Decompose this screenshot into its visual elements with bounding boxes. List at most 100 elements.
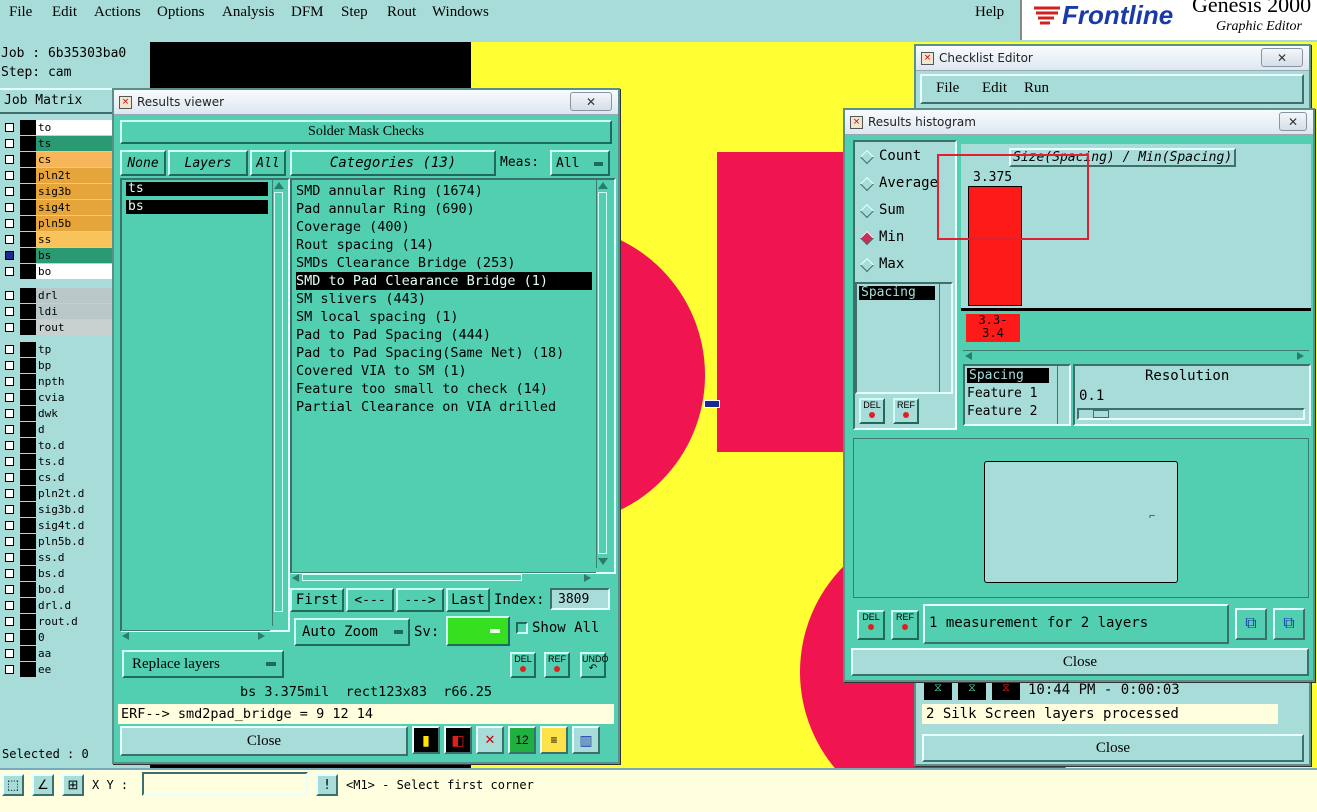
scroll-up-icon[interactable] bbox=[598, 182, 608, 189]
menu-dfm[interactable]: DFM bbox=[291, 4, 324, 21]
layer-name[interactable]: sig3b bbox=[36, 184, 112, 199]
layer-checkbox[interactable] bbox=[5, 235, 14, 244]
categories-listbox[interactable]: SMD annular Ring (1674) Pad annular Ring … bbox=[290, 178, 616, 574]
layer-checkbox[interactable] bbox=[5, 155, 14, 164]
category-item[interactable]: SMD to Pad Clearance Bridge (1) bbox=[296, 272, 592, 290]
scroll-thumb[interactable] bbox=[598, 192, 607, 554]
layer-affected-flag[interactable] bbox=[20, 470, 36, 485]
none-button[interactable]: None bbox=[120, 150, 166, 176]
category-item[interactable]: Partial Clearance on VIA drilled bbox=[296, 398, 592, 416]
menu-analysis[interactable]: Analysis bbox=[222, 4, 275, 21]
layer-affected-flag[interactable] bbox=[20, 502, 36, 517]
layer-affected-flag[interactable] bbox=[20, 454, 36, 469]
checklist-editor-titlebar[interactable]: × Checklist Editor ✕ bbox=[916, 46, 1309, 71]
layer-row[interactable]: dwk bbox=[0, 406, 112, 422]
category-item[interactable]: SMDs Clearance Bridge (253) bbox=[296, 254, 592, 272]
result-marker[interactable] bbox=[704, 400, 720, 408]
prev-button[interactable]: <--- bbox=[346, 588, 394, 612]
show-all-checkbox[interactable] bbox=[516, 622, 528, 634]
checklist-menu-file[interactable]: File bbox=[936, 80, 959, 97]
layer-name[interactable]: tp bbox=[36, 342, 112, 357]
layer-name[interactable]: drl.d bbox=[36, 598, 112, 613]
layer-row[interactable]: cs bbox=[0, 152, 112, 168]
erf-off-icon[interactable]: ✕ bbox=[476, 726, 504, 754]
layer-checkbox[interactable] bbox=[5, 139, 14, 148]
measure-del-button[interactable]: DEL bbox=[857, 610, 885, 640]
grid-tool-icon[interactable]: ⊞ bbox=[62, 774, 84, 796]
layer-checkbox[interactable] bbox=[5, 633, 14, 642]
layer-checkbox[interactable] bbox=[5, 123, 14, 132]
layer-affected-flag[interactable] bbox=[20, 438, 36, 453]
layer-name[interactable]: to.d bbox=[36, 438, 112, 453]
zoom-all-icon[interactable]: ⧉ bbox=[1273, 608, 1305, 640]
layer-row[interactable]: sig3b.d bbox=[0, 502, 112, 518]
layer-item-bs[interactable]: bs bbox=[126, 200, 268, 214]
layer-row[interactable]: bs bbox=[0, 248, 112, 264]
layer-affected-flag[interactable] bbox=[20, 486, 36, 501]
layer-name[interactable]: sig4t bbox=[36, 200, 112, 215]
layer-row[interactable]: sig4t bbox=[0, 200, 112, 216]
preview-area[interactable]: ⌐ bbox=[853, 438, 1309, 598]
layer-checkbox[interactable] bbox=[5, 489, 14, 498]
scroll-down-icon[interactable] bbox=[598, 558, 608, 565]
histogram-icon[interactable]: ▥ bbox=[572, 726, 600, 754]
scroll-thumb[interactable] bbox=[274, 192, 283, 612]
hist-del-button[interactable]: DEL bbox=[859, 398, 885, 424]
layer-row[interactable]: bo bbox=[0, 264, 112, 280]
scroll-right-icon[interactable] bbox=[584, 574, 591, 582]
layer-name[interactable]: rout.d bbox=[36, 614, 112, 629]
slider-thumb[interactable] bbox=[1093, 410, 1109, 418]
layer-item-ts[interactable]: ts bbox=[126, 182, 268, 196]
menu-options[interactable]: Options bbox=[157, 4, 205, 21]
layer-checkbox[interactable] bbox=[5, 553, 14, 562]
numbered-list-icon[interactable]: 12 bbox=[508, 726, 536, 754]
attribute-item-spacing[interactable]: Spacing bbox=[967, 368, 1049, 383]
results-viewer-titlebar[interactable]: × Results viewer ✕ bbox=[114, 90, 618, 115]
category-item[interactable]: Pad to Pad Spacing(Same Net) (18) bbox=[296, 344, 592, 362]
resolution-slider[interactable] bbox=[1077, 408, 1305, 420]
layer-affected-flag[interactable] bbox=[20, 168, 36, 183]
layer-row[interactable]: npth bbox=[0, 374, 112, 390]
layer-affected-flag[interactable] bbox=[20, 152, 36, 167]
measure-tool-icon[interactable]: ∠ bbox=[32, 774, 54, 796]
layer-affected-flag[interactable] bbox=[20, 320, 36, 335]
layer-checkbox[interactable] bbox=[5, 601, 14, 610]
layer-name[interactable]: dwk bbox=[36, 406, 112, 421]
notes-icon[interactable]: ≡ bbox=[540, 726, 568, 754]
layer-affected-flag[interactable] bbox=[20, 422, 36, 437]
layer-name[interactable]: 0 bbox=[36, 630, 112, 645]
layer-affected-flag[interactable] bbox=[20, 614, 36, 629]
radio-diamond-icon[interactable] bbox=[859, 230, 875, 246]
select-tool-icon[interactable]: ⬚ bbox=[2, 774, 24, 796]
layer-row[interactable]: bs.d bbox=[0, 566, 112, 582]
layer-affected-flag[interactable] bbox=[20, 662, 36, 677]
layer-name[interactable]: ss bbox=[36, 232, 112, 247]
radio-diamond-icon[interactable] bbox=[859, 149, 875, 165]
category-item[interactable]: Coverage (400) bbox=[296, 218, 592, 236]
layer-row[interactable]: aa bbox=[0, 646, 112, 662]
layer-checkbox[interactable] bbox=[5, 537, 14, 546]
layer-checkbox[interactable] bbox=[5, 521, 14, 530]
layers-button[interactable]: Layers bbox=[168, 150, 248, 176]
scroll-left-icon[interactable] bbox=[122, 632, 129, 640]
histogram-chart[interactable]: Size(Spacing) / Min(Spacing) 3.375 bbox=[937, 144, 1311, 311]
layer-row[interactable]: to.d bbox=[0, 438, 112, 454]
layer-row[interactable]: drl bbox=[0, 288, 112, 304]
measure-listbox[interactable]: Spacing bbox=[855, 282, 953, 394]
layer-checkbox[interactable] bbox=[5, 393, 14, 402]
layer-name[interactable]: rout bbox=[36, 320, 112, 335]
layer-row[interactable]: cs.d bbox=[0, 470, 112, 486]
layer-checkbox[interactable] bbox=[5, 617, 14, 626]
layer-row[interactable]: rout.d bbox=[0, 614, 112, 630]
category-item[interactable]: SM slivers (443) bbox=[296, 290, 592, 308]
layer-name[interactable]: bs bbox=[36, 248, 112, 263]
hscroll-thumb[interactable] bbox=[302, 574, 522, 581]
layer-checkbox[interactable] bbox=[5, 345, 14, 354]
layer-affected-flag[interactable] bbox=[20, 598, 36, 613]
layer-row[interactable]: ts.d bbox=[0, 454, 112, 470]
menu-step[interactable]: Step bbox=[341, 4, 368, 21]
menu-help[interactable]: Help bbox=[975, 4, 1004, 21]
layer-affected-flag[interactable] bbox=[20, 630, 36, 645]
close-icon[interactable]: ✕ bbox=[1279, 112, 1307, 131]
layer-name[interactable]: aa bbox=[36, 646, 112, 661]
